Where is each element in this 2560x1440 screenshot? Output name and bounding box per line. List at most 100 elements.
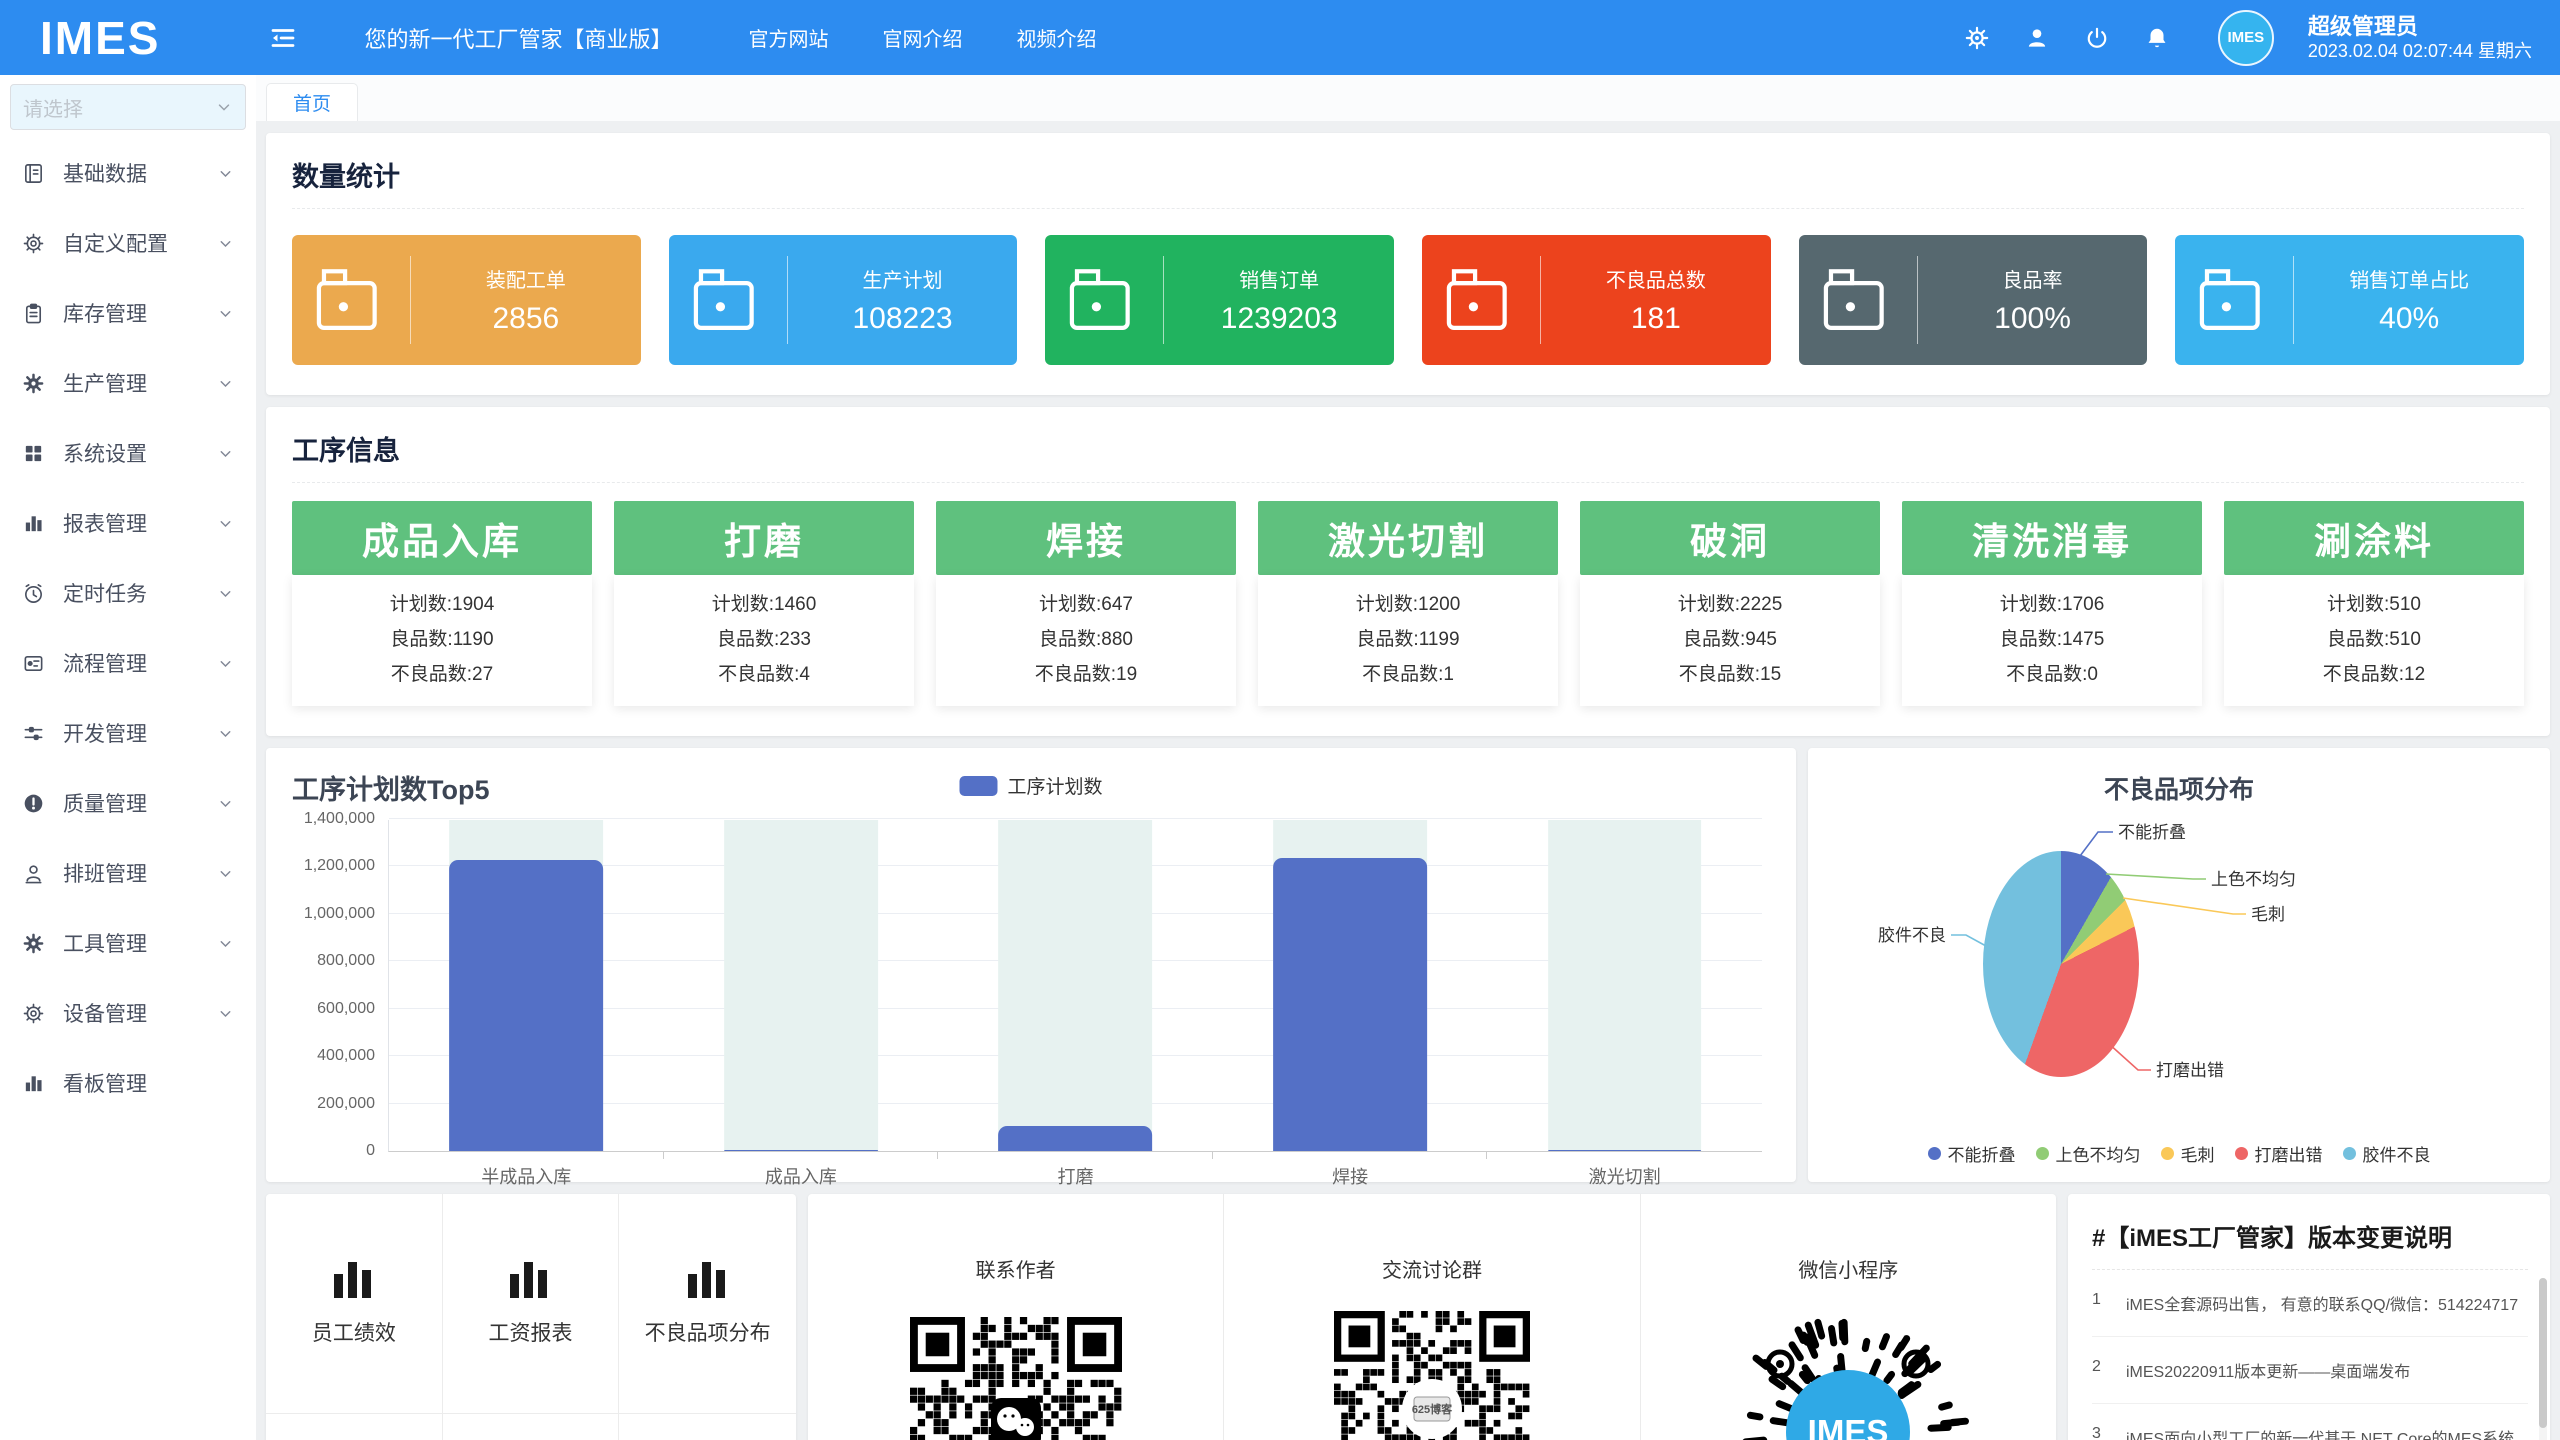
nav-link-2[interactable]: 视频介绍 (1016, 23, 1096, 52)
process-plan-count: 计划数:2225 (1580, 587, 1880, 622)
group-qr-code: 625博客 (1334, 1311, 1530, 1440)
nav-link-1[interactable]: 官网介绍 (882, 23, 962, 52)
sidebar-item-开发管理[interactable]: 开发管理 (0, 698, 256, 768)
mini-program-qr-code: IMESS (1715, 1299, 1981, 1440)
report-item-不良品项分布[interactable]: 不良品项分布 (619, 1194, 796, 1414)
process-good-count: 良品数:880 (936, 622, 1236, 657)
stat-card-value: 2856 (492, 302, 559, 336)
stat-card-良品率[interactable]: 良品率100% (1799, 235, 2148, 365)
database-icon (22, 162, 45, 185)
sidebar-item-报表管理[interactable]: 报表管理 (0, 488, 256, 558)
tab-home[interactable]: 首页 (266, 83, 358, 121)
changelog-list: 1iMES全套源码出售， 有意的联系QQ/微信：5142247172iMES20… (2092, 1270, 2528, 1440)
bell-icon[interactable] (2144, 25, 2170, 51)
sidebar-item-排班管理[interactable]: 排班管理 (0, 838, 256, 908)
report-item-员工绩效[interactable]: 员工绩效 (266, 1194, 443, 1414)
process-bad-count: 不良品数:19 (936, 657, 1236, 692)
report-item-不良品项汇总[interactable]: 不良品项汇总 (266, 1414, 443, 1440)
qr-panel-mini-program: 微信小程序 IMESS (1641, 1194, 2056, 1440)
scrollbar-thumb[interactable] (2539, 1278, 2547, 1428)
custom-config-icon (22, 232, 45, 255)
process-plan-count: 计划数:1460 (614, 587, 914, 622)
sidebar-item-设备管理[interactable]: 设备管理 (0, 978, 256, 1048)
report-item-产量统计[interactable]: 产量统计 (619, 1414, 796, 1440)
sidebar-item-基础数据[interactable]: 基础数据 (0, 138, 256, 208)
user-icon[interactable] (2024, 25, 2050, 51)
stat-card-销售订单[interactable]: 销售订单1239203 (1045, 235, 1394, 365)
stat-card-装配工单[interactable]: 装配工单2856 (292, 235, 641, 365)
sidebar-item-工具管理[interactable]: 工具管理 (0, 908, 256, 978)
stat-card-text: 装配工单2856 (411, 264, 641, 336)
changelog-entry-number: 1 (2092, 1291, 2126, 1315)
sidebar-item-label: 生产管理 (63, 368, 147, 398)
briefcase-icon (2175, 267, 2293, 333)
pie-legend-item-胶件不良[interactable]: 胶件不良 (2343, 1141, 2431, 1166)
kanban-icon (22, 1072, 45, 1095)
legend-dot (2343, 1147, 2356, 1160)
stat-card-不良品总数[interactable]: 不良品总数181 (1422, 235, 1771, 365)
user-meta: 超级管理员 2023.02.04 02:07:44 星期六 (2308, 13, 2532, 63)
sidebar-item-系统设置[interactable]: 系统设置 (0, 418, 256, 488)
timer-icon (22, 582, 45, 605)
sidebar-item-看板管理[interactable]: 看板管理 (0, 1048, 256, 1118)
qr-panel-discussion-group: 交流讨论群 625博客 群名称:625博客 群 号:200884004 (1224, 1194, 1640, 1440)
sidebar-item-label: 开发管理 (63, 718, 147, 748)
legend-label: 工序计划数 (1007, 772, 1102, 799)
process-good-count: 良品数:1199 (1258, 622, 1558, 657)
bar-chart-legend[interactable]: 工序计划数 (959, 772, 1102, 799)
stats-section: 数量统计 装配工单2856 生产计划108223 销售订单1239203 不良品… (266, 133, 2550, 395)
process-section: 工序信息 成品入库计划数:1904良品数:1190不良品数:27打磨计划数:14… (266, 407, 2550, 736)
x-axis-label: 打磨 (938, 1163, 1213, 1189)
process-good-count: 良品数:945 (1580, 622, 1880, 657)
stat-card-text: 销售订单占比40% (2294, 264, 2524, 336)
nav-link-0[interactable]: 官方网站 (748, 23, 828, 52)
sidebar-item-定时任务[interactable]: 定时任务 (0, 558, 256, 628)
report-item-工资报表[interactable]: 工资报表 (443, 1194, 620, 1414)
pie-legend-item-上色不均匀[interactable]: 上色不均匀 (2036, 1141, 2141, 1166)
process-bad-count: 不良品数:15 (1580, 657, 1880, 692)
legend-label: 毛刺 (2181, 1141, 2215, 1166)
stat-card-label: 销售订单占比 (2349, 264, 2469, 293)
stat-card-label: 不良品总数 (1606, 264, 1706, 293)
bar-column-成品入库: 成品入库 (664, 820, 939, 1151)
menu-toggle-icon[interactable] (268, 23, 298, 53)
svg-text:625博客: 625博客 (1412, 1402, 1453, 1416)
changelog-entry: 2iMES20220911版本更新——桌面端发布 (2092, 1337, 2528, 1404)
menu-search-select[interactable]: 请选择 (10, 84, 246, 130)
sidebar-item-库存管理[interactable]: 库存管理 (0, 278, 256, 348)
report-item-生产报表[interactable]: 生产报表 (443, 1414, 620, 1440)
stat-card-销售订单占比[interactable]: 销售订单占比40% (2175, 235, 2524, 365)
x-axis-label: 成品入库 (664, 1163, 939, 1189)
stats-section-title: 数量统计 (292, 155, 2524, 194)
bar-chart-icon (331, 1260, 377, 1300)
chevron-down-icon (217, 375, 234, 392)
process-plan-count: 计划数:647 (936, 587, 1236, 622)
process-card-stats: 计划数:647良品数:880不良品数:19 (936, 575, 1236, 706)
stat-card-label: 生产计划 (863, 264, 943, 293)
avatar[interactable]: IMES (2218, 10, 2274, 66)
process-card-stats: 计划数:510良品数:510不良品数:12 (2224, 575, 2524, 706)
report-item-label: 不良品项分布 (645, 1317, 771, 1347)
legend-label: 上色不均匀 (2056, 1141, 2141, 1166)
sidebar-item-label: 流程管理 (63, 648, 147, 678)
sidebar-item-自定义配置[interactable]: 自定义配置 (0, 208, 256, 278)
sidebar-item-流程管理[interactable]: 流程管理 (0, 628, 256, 698)
y-axis-label: 1,200,000 (304, 857, 375, 875)
power-icon[interactable] (2084, 25, 2110, 51)
sidebar-item-生产管理[interactable]: 生产管理 (0, 348, 256, 418)
settings-icon[interactable] (1964, 25, 1990, 51)
chevron-down-icon (215, 98, 233, 116)
pie-legend-item-不能折叠[interactable]: 不能折叠 (1928, 1141, 2016, 1166)
app-subtitle: 您的新一代工厂管家【商业版】 (364, 22, 672, 54)
process-card-stats: 计划数:1904良品数:1190不良品数:27 (292, 575, 592, 706)
process-plan-count: 计划数:1706 (1902, 587, 2202, 622)
pie-slice-label: 上色不均匀 (2211, 870, 2296, 889)
pie-legend-item-打磨出错[interactable]: 打磨出错 (2235, 1141, 2323, 1166)
stat-card-生产计划[interactable]: 生产计划108223 (669, 235, 1018, 365)
scrollbar[interactable] (2539, 1278, 2547, 1440)
stat-card-text: 生产计划108223 (788, 264, 1018, 336)
sidebar-item-质量管理[interactable]: 质量管理 (0, 768, 256, 838)
stat-card-value: 1239203 (1221, 302, 1338, 336)
process-bad-count: 不良品数:12 (2224, 657, 2524, 692)
pie-legend-item-毛刺[interactable]: 毛刺 (2161, 1141, 2215, 1166)
